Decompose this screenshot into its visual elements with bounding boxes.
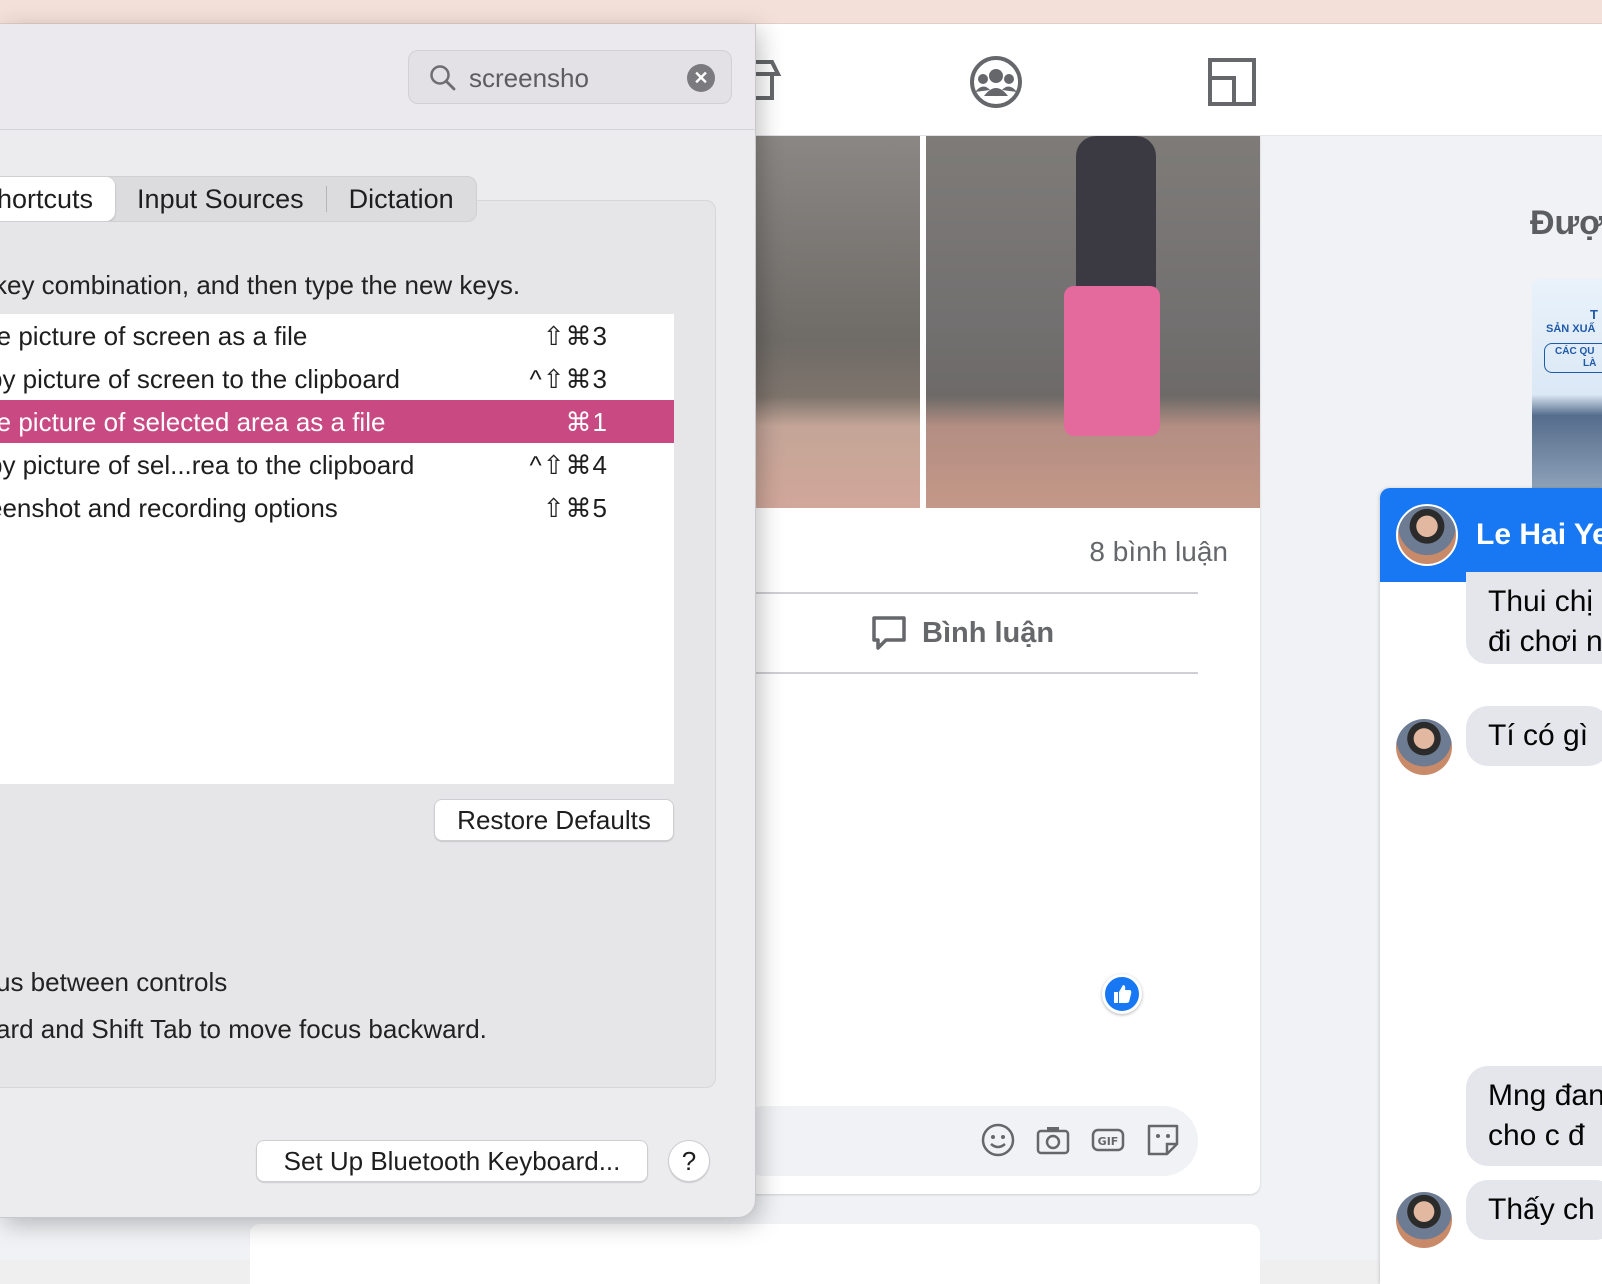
post-photo-right[interactable] (926, 136, 1260, 508)
chat-window: Le Hai Ye Thui chị đi chơi n Tí có gì Mn… (1380, 488, 1602, 1284)
camera-icon[interactable] (1035, 1122, 1071, 1158)
groups-icon[interactable] (968, 54, 1024, 110)
chat-message-line: cho c đ (1488, 1119, 1585, 1152)
shortcut-keys[interactable]: ⇧⌘5 (543, 493, 608, 524)
shortcut-keys[interactable]: ^⇧⌘4 (530, 450, 608, 481)
search-input[interactable] (469, 61, 669, 95)
ad-text: CÁC QU (1555, 346, 1595, 357)
post-divider (730, 592, 1198, 594)
tab-shortcuts[interactable]: hortcuts (0, 177, 116, 221)
chat-avatar (1396, 719, 1452, 775)
shortcut-row-selected[interactable]: re picture of selected area as a file ⌘1 (0, 400, 674, 443)
shortcut-name: eenshot and recording options (0, 493, 338, 523)
chat-message: Thui chị đi chơi n (1466, 572, 1602, 664)
post-photo-left[interactable] (730, 136, 920, 508)
comments-count-link[interactable]: 8 bình luận (1089, 536, 1228, 568)
post-divider (730, 672, 1198, 674)
chat-message-line: đi chơi n (1488, 625, 1602, 658)
shortcut-keys[interactable]: ⌘1 (566, 407, 608, 438)
window-toolbar: ✕ (0, 24, 755, 130)
preferences-tabs: hortcuts Input Sources Dictation (0, 176, 477, 222)
shortcut-keys[interactable]: ^⇧⌘3 (530, 364, 608, 395)
shortcut-row[interactable]: py picture of sel...rea to the clipboard… (0, 443, 674, 486)
ad-text: SẢN XUẤ (1546, 323, 1596, 335)
restore-defaults-button[interactable]: Restore Defaults (434, 799, 674, 841)
tab-input-sources[interactable]: Input Sources (115, 177, 326, 221)
keyboard-navigation-label: us between controls (0, 967, 228, 997)
chat-message: Mng đan cho c đ (1466, 1066, 1602, 1166)
shortcut-list: re picture of screen as a file ⇧⌘3 py pi… (0, 314, 674, 784)
chat-contact-name: Le Hai Ye (1476, 518, 1602, 551)
shortcut-name: py picture of screen to the clipboard (0, 364, 400, 394)
gaming-icon[interactable] (1206, 54, 1262, 110)
ad-badge: CÁC QU LÀ (1544, 343, 1602, 373)
ad-text: LÀ (1583, 358, 1597, 369)
shortcut-row[interactable]: eenshot and recording options ⇧⌘5 (0, 486, 674, 529)
write-comment-input[interactable]: GIF (730, 1106, 1198, 1176)
chat-message-line: Thấy ch (1488, 1193, 1595, 1226)
chat-message-line: Thui chị (1488, 585, 1594, 618)
chat-avatar (1396, 1192, 1452, 1248)
sticker-icon[interactable] (1145, 1122, 1181, 1158)
sponsored-heading: Đượ (1530, 204, 1602, 242)
comment-bubble-icon (872, 616, 906, 650)
next-feed-post (250, 1224, 1260, 1284)
clear-search-icon[interactable]: ✕ (687, 64, 715, 92)
svg-text:GIF: GIF (1098, 1135, 1119, 1148)
chat-avatar (1396, 504, 1458, 566)
tab-dictation[interactable]: Dictation (327, 177, 476, 221)
chat-message: Tí có gì (1466, 706, 1602, 766)
shortcut-row[interactable]: py picture of screen to the clipboard ^⇧… (0, 357, 674, 400)
shortcut-keys[interactable]: ⇧⌘3 (543, 321, 608, 352)
feed-post: 8 bình luận Bình luận GIF (730, 136, 1260, 1194)
ad-text: T (1590, 307, 1598, 322)
set-up-bluetooth-keyboard-button[interactable]: Set Up Bluetooth Keyboard... (256, 1140, 648, 1182)
sponsored-ad-image[interactable]: T SẢN XUẤ CÁC QU LÀ (1532, 279, 1602, 489)
menu-bar-strip (0, 0, 1602, 24)
shortcut-name: re picture of selected area as a file (0, 407, 386, 437)
comment-button-label: Bình luận (922, 616, 1055, 649)
chat-message: Thấy ch (1466, 1180, 1602, 1240)
emoji-icon[interactable] (980, 1122, 1016, 1158)
keyboard-preferences-window: ✕ hortcuts Input Sources Dictation key c… (0, 24, 756, 1218)
search-icon (430, 65, 456, 91)
comment-button[interactable]: Bình luận (870, 614, 1054, 652)
chat-message-line: Tí có gì (1488, 719, 1589, 752)
search-field[interactable]: ✕ (408, 50, 732, 104)
shortcut-name: py picture of sel...rea to the clipboard (0, 450, 415, 480)
photo-person-body (1076, 136, 1156, 296)
help-button[interactable]: ? (668, 1140, 710, 1182)
keyboard-navigation-hint: ard and Shift Tab to move focus backward… (0, 1014, 487, 1044)
like-reaction-icon[interactable] (1102, 974, 1142, 1014)
shortcut-row[interactable]: re picture of screen as a file ⇧⌘3 (0, 314, 674, 357)
gif-icon[interactable]: GIF (1090, 1122, 1126, 1158)
shortcut-name: re picture of screen as a file (0, 321, 308, 351)
photo-person-legs (1064, 286, 1160, 436)
chat-header[interactable]: Le Hai Ye (1380, 488, 1602, 582)
shortcut-instruction-text: key combination, and then type the new k… (0, 270, 521, 300)
chat-message-line: Mng đan (1488, 1079, 1602, 1112)
